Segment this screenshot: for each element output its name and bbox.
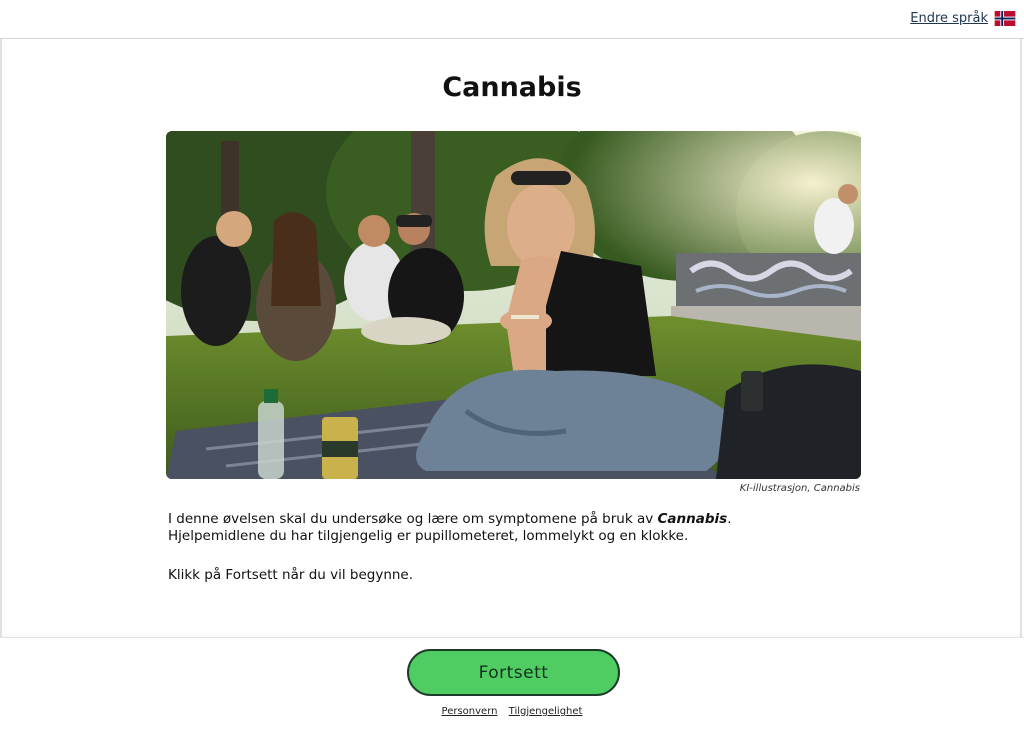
intro-text-start: I denne øvelsen skal du undersøke og lær…	[168, 511, 658, 527]
image-caption: KI-illustrasjon, Cannabis	[739, 483, 860, 494]
page-title: Cannabis	[442, 72, 582, 103]
continue-button[interactable]: Fortsett	[407, 649, 620, 696]
instruction-text: Klikk på Fortsett når du vil begynne.	[168, 567, 414, 583]
change-language-label[interactable]: Endre språk	[910, 11, 988, 26]
norway-flag-icon[interactable]	[994, 11, 1016, 26]
privacy-link[interactable]: Personvern	[442, 706, 498, 717]
intro-text: I denne øvelsen skal du undersøke og lær…	[168, 511, 828, 545]
top-bar: Endre språk	[0, 0, 1024, 39]
change-language-link[interactable]: Endre språk	[910, 11, 1016, 26]
cannabis-illustration-image	[166, 131, 861, 479]
footer-links: Personvern Tilgjengelighet	[0, 706, 1024, 717]
accessibility-link[interactable]: Tilgjengelighet	[509, 706, 583, 717]
substance-name: Cannabis	[657, 511, 728, 527]
